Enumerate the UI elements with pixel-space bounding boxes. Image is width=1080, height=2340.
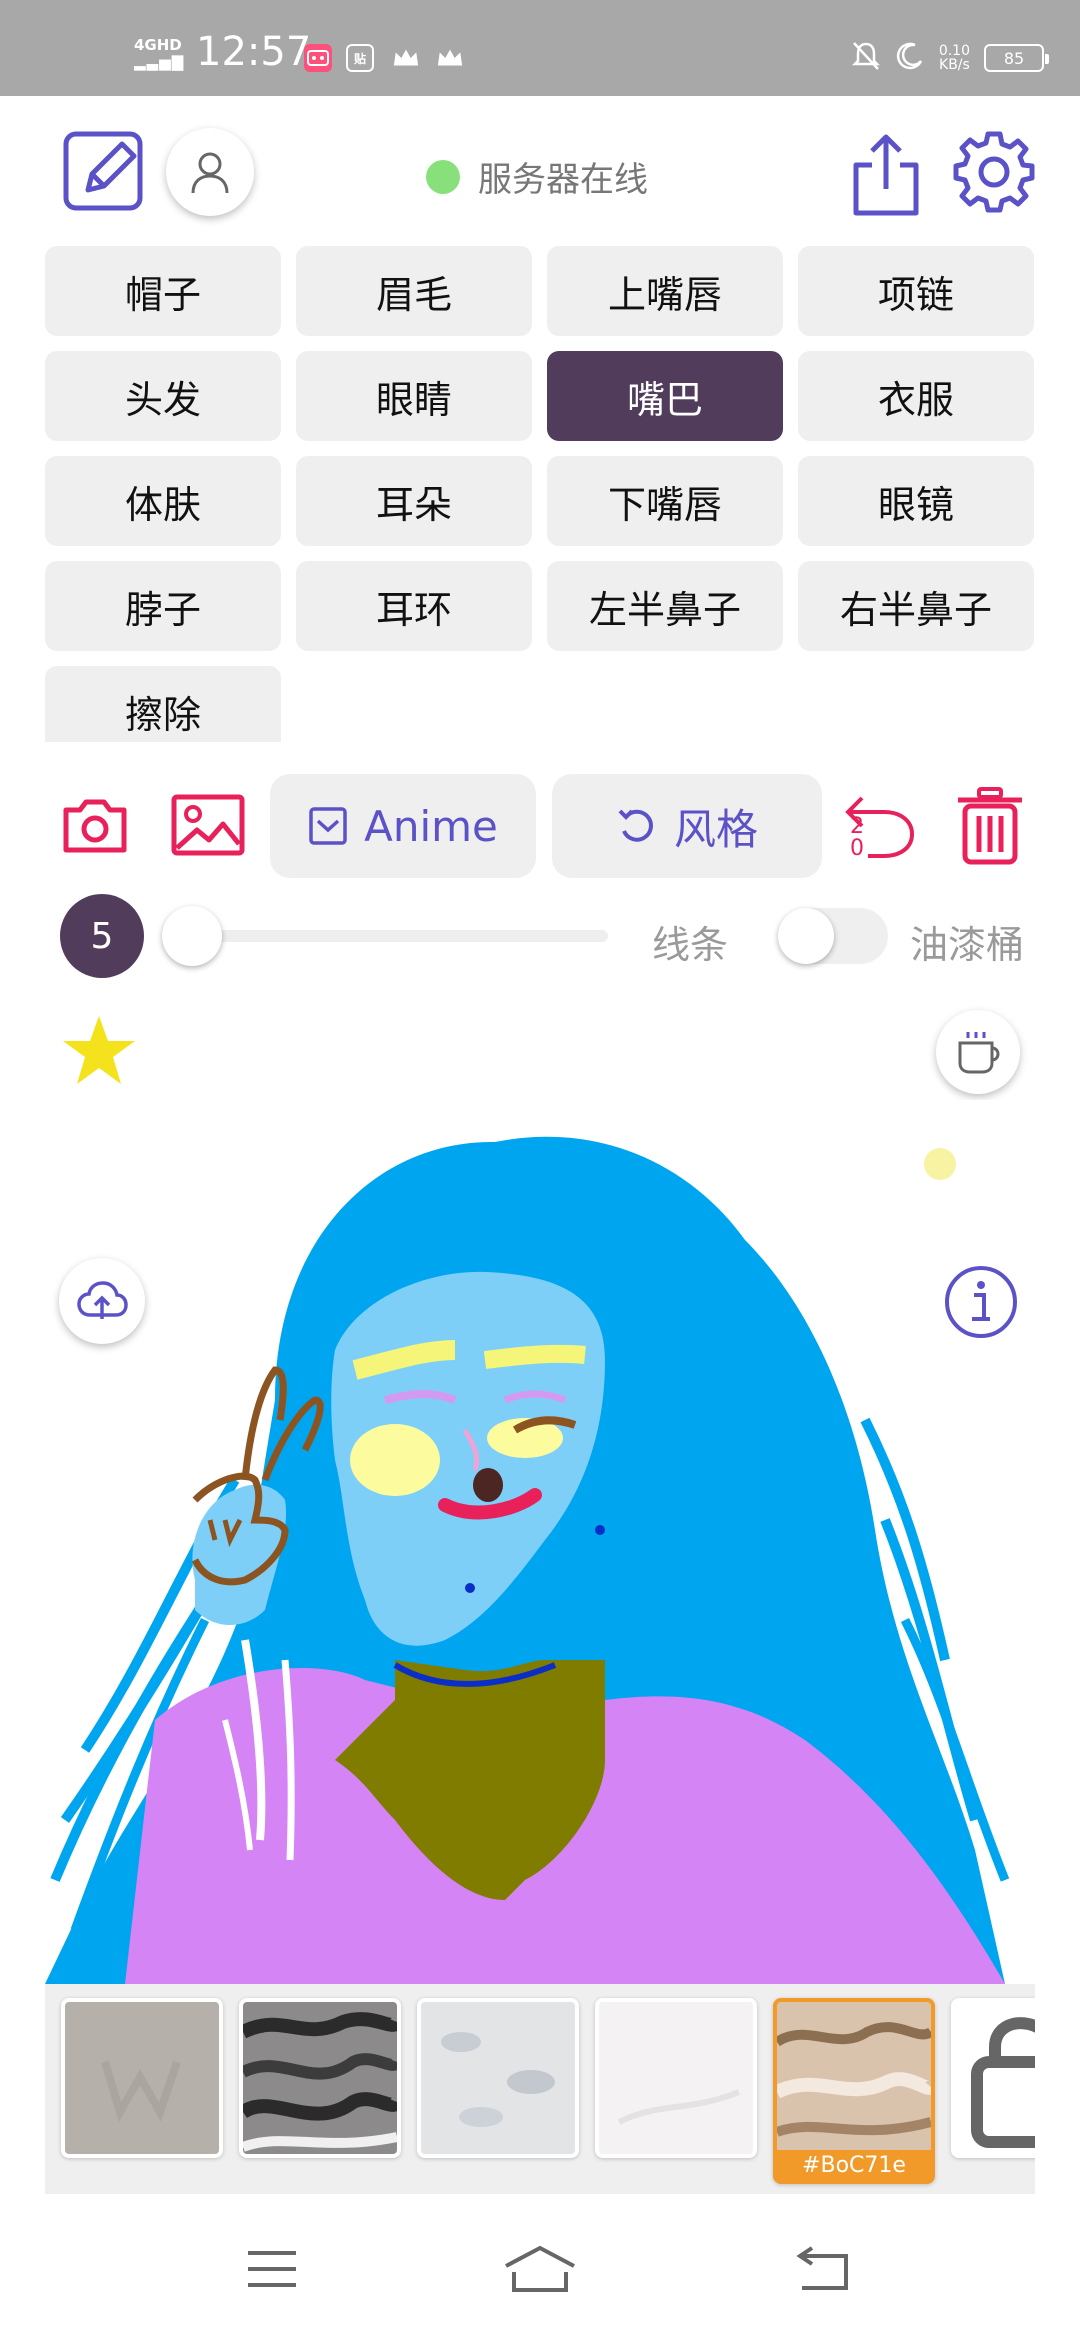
speed-value: 0.10: [938, 43, 970, 59]
menu-icon[interactable]: [232, 2234, 312, 2304]
paint-bucket-label: 油漆桶: [910, 923, 1025, 967]
part-eyebrows[interactable]: 眉毛: [296, 246, 532, 336]
crown-icon: [436, 44, 464, 72]
drawing-artwork: [45, 1136, 1010, 1984]
user-icon: [191, 152, 229, 194]
texture-swatch[interactable]: [61, 1998, 223, 2158]
tieba-icon: 贴: [346, 44, 374, 72]
settings-gear-icon[interactable]: [950, 128, 1038, 216]
texture-pattern-icon: [441, 2032, 555, 2127]
style-button[interactable]: 风格: [552, 774, 822, 878]
part-hair[interactable]: 头发: [45, 351, 281, 441]
fill-mode-toggle[interactable]: [778, 908, 888, 964]
part-glasses[interactable]: 眼镜: [798, 456, 1034, 546]
part-mouth[interactable]: 嘴巴: [547, 351, 783, 441]
back-icon[interactable]: [782, 2234, 862, 2304]
part-left-nose[interactable]: 左半鼻子: [547, 561, 783, 651]
lock-icon: [971, 2017, 1035, 2148]
texture-pattern-icon: [777, 2002, 931, 2154]
signal-icon: ▂▃▅▇: [134, 53, 185, 71]
drawing-canvas[interactable]: [45, 1100, 1035, 1984]
app-notification-icon: [304, 44, 332, 72]
part-ears[interactable]: 耳朵: [296, 456, 532, 546]
part-lower-lip[interactable]: 下嘴唇: [547, 456, 783, 546]
star-icon[interactable]: [60, 1012, 138, 1090]
trash-icon[interactable]: [950, 784, 1030, 868]
undo-count: 20: [850, 814, 864, 861]
texture-swatch[interactable]: [595, 1998, 757, 2158]
undo-button[interactable]: 20: [840, 786, 920, 866]
home-icon[interactable]: [500, 2234, 580, 2304]
edit-icon[interactable]: [62, 128, 148, 214]
part-earrings[interactable]: 耳环: [296, 561, 532, 651]
server-status-label: 服务器在线: [478, 160, 648, 200]
gallery-image-icon[interactable]: [170, 790, 246, 860]
moon-icon: [895, 41, 925, 75]
crown-icon: [392, 44, 420, 72]
part-right-nose[interactable]: 右半鼻子: [798, 561, 1034, 651]
brush-size-slider[interactable]: [168, 930, 608, 942]
coffee-button[interactable]: [936, 1010, 1020, 1094]
texture-strip: #BoC71e: [45, 1984, 1035, 2194]
texture-pattern-icon: [101, 2060, 181, 2123]
part-eyes[interactable]: 眼睛: [296, 351, 532, 441]
camera-icon[interactable]: [60, 792, 130, 858]
line-label: 线条: [652, 923, 729, 967]
texture-swatch[interactable]: [417, 1998, 579, 2158]
coffee-cup-icon: [958, 1032, 1000, 1074]
network-indicator: 4GHD ▂▃▅▇: [134, 38, 184, 70]
part-skin[interactable]: 体肤: [45, 456, 281, 546]
texture-pattern-icon: [617, 2089, 741, 2125]
texture-swatch-locked[interactable]: [951, 1998, 1035, 2158]
mute-notification-icon: [851, 40, 881, 76]
info-icon[interactable]: [941, 1262, 1021, 1342]
network-speed: 0.10 KB/s: [939, 44, 970, 72]
network-label: 4GHD: [134, 36, 182, 54]
share-icon[interactable]: [844, 130, 928, 218]
upload-button[interactable]: [59, 1258, 145, 1344]
navigation-bar: [0, 2194, 1080, 2340]
texture-swatch[interactable]: [239, 1998, 401, 2158]
texture-swatch-selected[interactable]: #BoC71e: [773, 1998, 935, 2184]
rotate-icon: [618, 809, 653, 842]
toggle-knob: [778, 908, 834, 964]
battery-level: 85: [1003, 48, 1025, 68]
status-dot: [426, 159, 460, 194]
battery-icon: 85: [984, 44, 1049, 72]
cloud-upload-icon: [77, 1281, 128, 1319]
user-button[interactable]: [166, 128, 254, 216]
speed-unit: KB/s: [939, 57, 970, 73]
slider-thumb[interactable]: [162, 906, 222, 966]
texture-pattern-icon: [243, 2012, 397, 2152]
clock: 12:57: [196, 29, 312, 75]
status-bar: 4GHD ▂▃▅▇ 12:57 贴 0.10 KB/s 85: [0, 0, 1080, 96]
selected-color-label: #BoC71e: [777, 2150, 931, 2180]
part-hat[interactable]: 帽子: [45, 246, 281, 336]
mail-box-icon: [309, 807, 347, 845]
brush-size-badge: 5: [60, 894, 144, 978]
server-status: 服务器在线: [426, 152, 648, 201]
part-upper-lip[interactable]: 上嘴唇: [547, 246, 783, 336]
parts-grid: 帽子 眉毛 上嘴唇 项链 头发 眼睛 嘴巴 衣服 体肤 耳朵 下嘴唇 眼镜 脖子…: [45, 246, 1035, 742]
part-erase[interactable]: 擦除: [45, 666, 281, 742]
part-neck[interactable]: 脖子: [45, 561, 281, 651]
part-necklace[interactable]: 项链: [798, 246, 1034, 336]
style-label: 风格: [673, 804, 758, 854]
anime-label: Anime: [364, 801, 498, 851]
part-clothes[interactable]: 衣服: [798, 351, 1034, 441]
anime-button[interactable]: Anime: [270, 774, 536, 878]
